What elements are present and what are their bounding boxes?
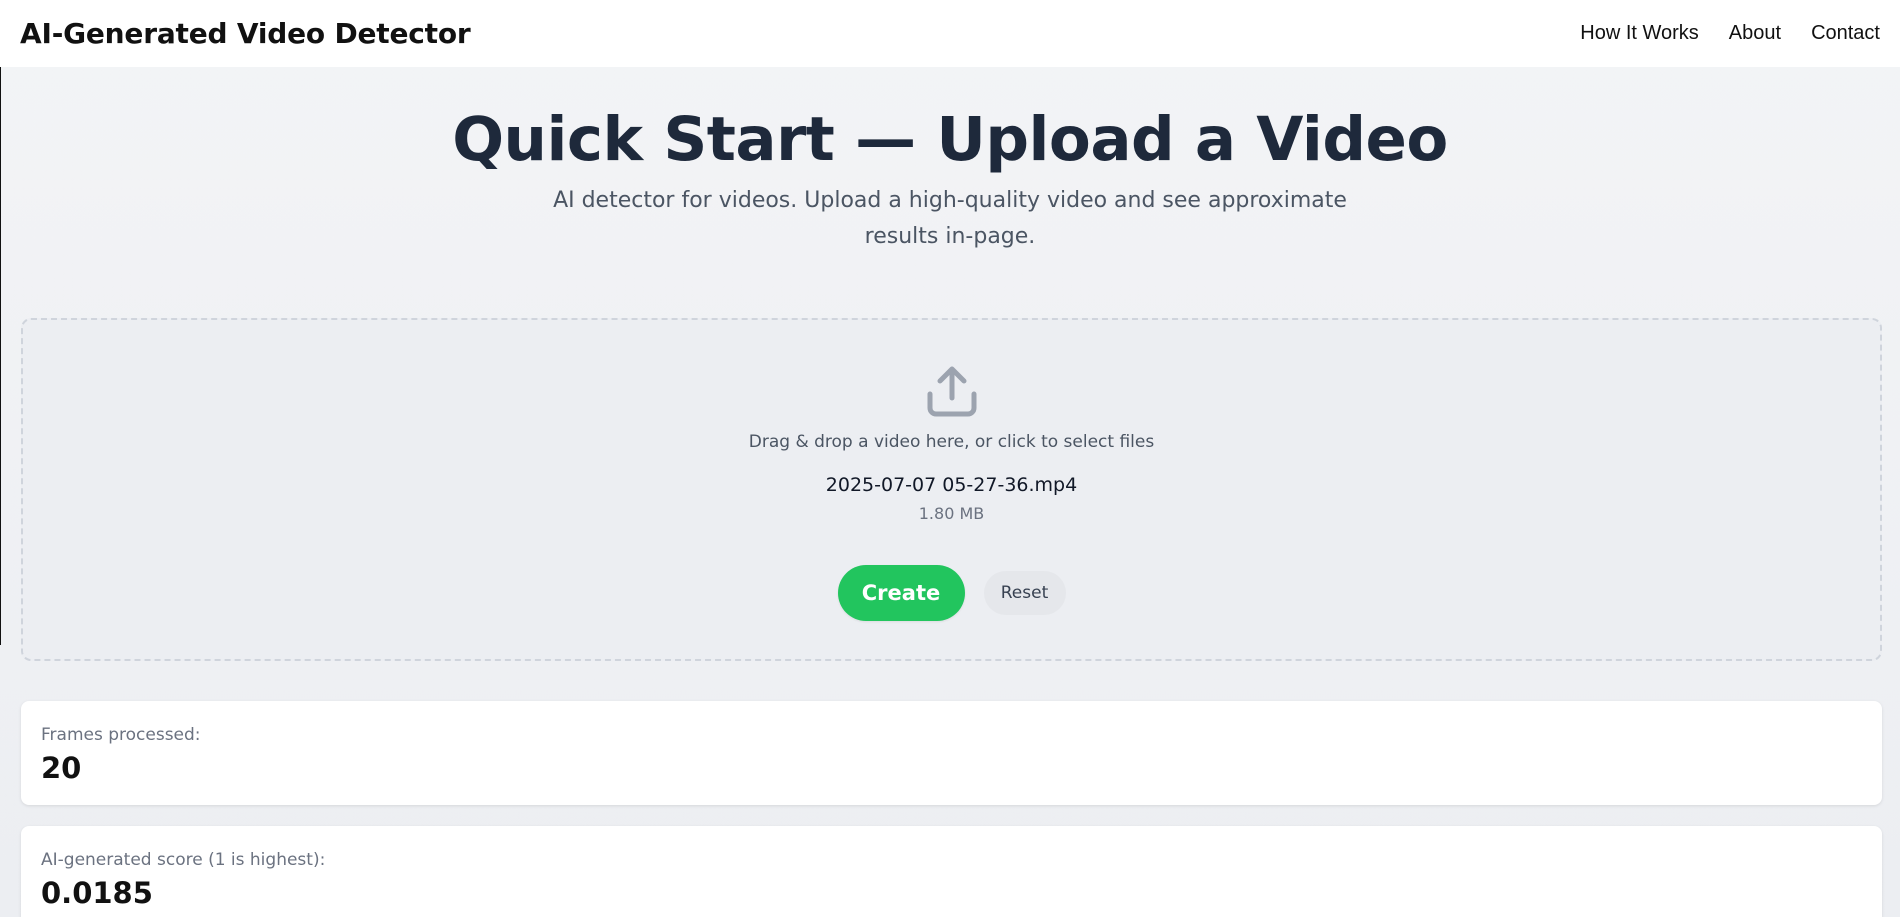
reset-button[interactable]: Reset — [983, 571, 1066, 615]
ai-score-label: AI-generated score (1 is highest): — [41, 850, 326, 870]
window-edge — [0, 0, 1, 645]
nav-link-contact[interactable]: Contact — [1811, 22, 1880, 45]
page-title: Quick Start — Upload a Video — [452, 104, 1448, 175]
ai-score-value: 0.0185 — [41, 876, 153, 910]
brand-title: AI-Generated Video Detector — [20, 17, 471, 50]
nav-link-about[interactable]: About — [1729, 22, 1781, 45]
frames-processed-card: Frames processed: 20 — [21, 701, 1882, 805]
hero-section: Quick Start — Upload a Video AI detector… — [0, 100, 1900, 255]
video-dropzone[interactable]: Drag & drop a video here, or click to se… — [21, 318, 1882, 661]
dropzone-hint: Drag & drop a video here, or click to se… — [748, 432, 1155, 452]
ai-score-card: AI-generated score (1 is highest): 0.018… — [21, 826, 1882, 917]
nav-link-how-it-works[interactable]: How It Works — [1580, 22, 1699, 45]
page-subtitle: AI detector for videos. Upload a high-qu… — [553, 188, 1347, 250]
selected-file-size: 1.80 MB — [918, 504, 985, 523]
selected-file-name: 2025-07-07 05-27-36.mp4 — [825, 474, 1078, 496]
upload-icon — [927, 366, 976, 417]
top-navbar: AI-Generated Video Detector How It Works… — [0, 0, 1900, 67]
dropzone-actions: Create Reset — [23, 565, 1880, 621]
main-nav: How It Works About Contact — [1580, 22, 1880, 45]
create-button[interactable]: Create — [837, 565, 965, 621]
frames-processed-value: 20 — [41, 751, 82, 785]
frames-processed-label: Frames processed: — [41, 725, 201, 745]
